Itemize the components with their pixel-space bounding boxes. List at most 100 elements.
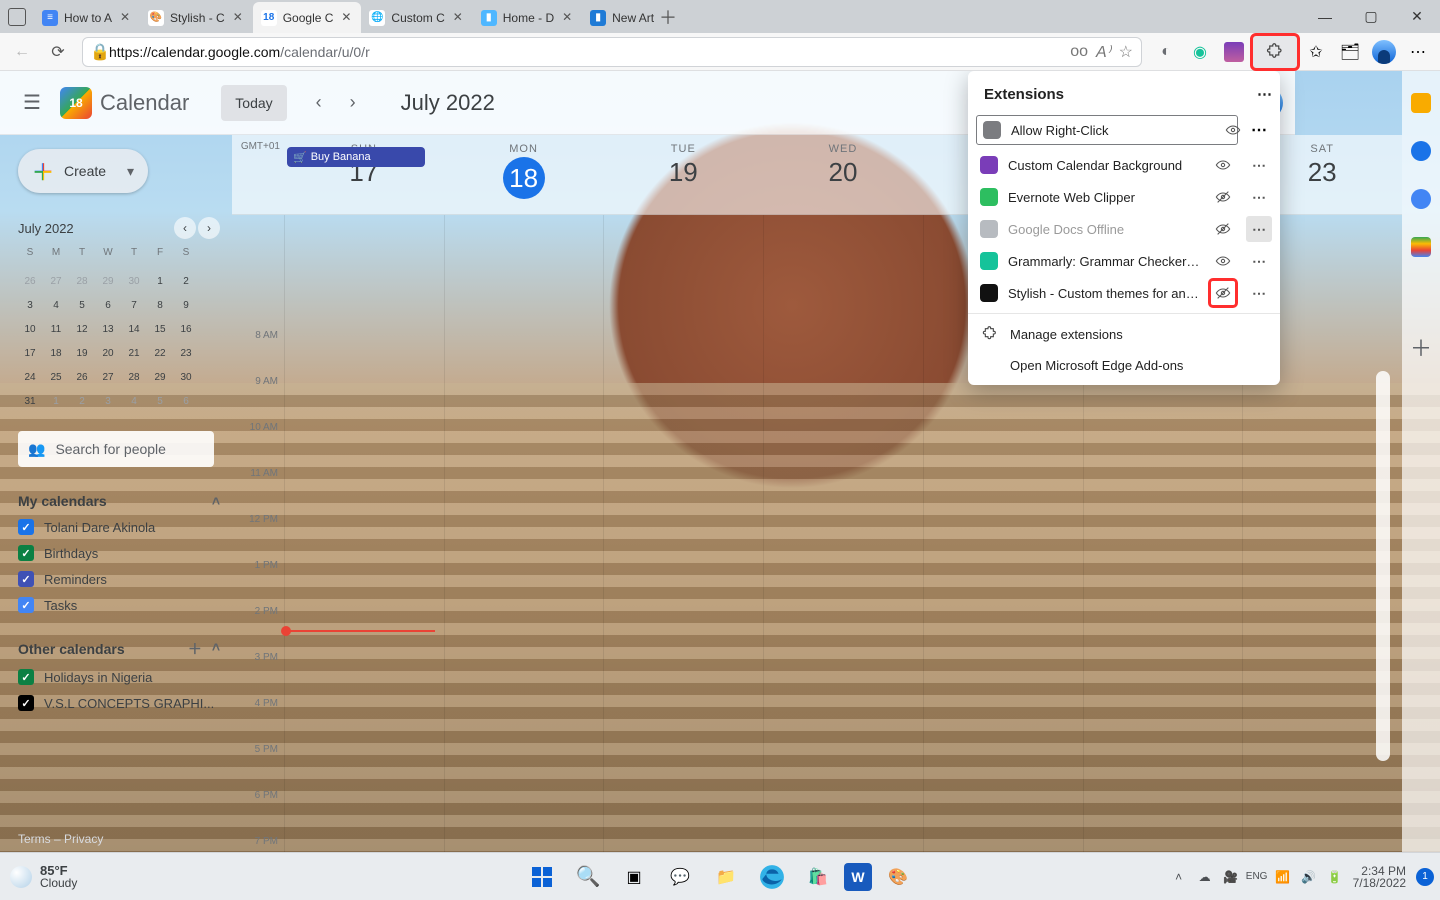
ext-custom-bg-icon[interactable] — [1224, 42, 1244, 62]
extension-row[interactable]: Custom Calendar Background ⋯ — [968, 149, 1280, 181]
wifi-icon[interactable]: 📶 — [1275, 869, 1291, 885]
extension-more-button[interactable]: ⋯ — [1246, 216, 1272, 242]
volume-icon[interactable]: 🔊 — [1301, 869, 1317, 885]
toggle-visibility-button[interactable] — [1210, 184, 1236, 210]
calendar-checkbox[interactable] — [18, 545, 34, 561]
meet-now-icon[interactable]: 🎥 — [1223, 869, 1239, 885]
mini-next-month[interactable]: › — [198, 217, 220, 239]
favorites-button[interactable]: ✩ — [1300, 36, 1332, 68]
tab-close-icon[interactable]: ✕ — [118, 11, 132, 25]
browser-menu[interactable]: ⋯ — [1402, 36, 1434, 68]
today-button[interactable]: Today — [221, 85, 286, 121]
mini-day[interactable]: 2 — [174, 271, 198, 293]
ext-allow-right-click-icon[interactable]: ◐ — [1150, 36, 1182, 68]
calendar-checkbox[interactable] — [18, 695, 34, 711]
mini-day[interactable]: 30 — [174, 367, 198, 389]
mini-day[interactable]: 30 — [122, 271, 146, 293]
event-buy-banana[interactable]: 🛒 Buy Banana — [287, 147, 425, 167]
collections-button[interactable]: 🗂 — [1334, 36, 1366, 68]
calendar-checkbox[interactable] — [18, 597, 34, 613]
edge-icon[interactable] — [752, 857, 792, 897]
toggle-visibility-button[interactable] — [1220, 117, 1246, 143]
mini-day[interactable]: 12 — [70, 319, 94, 341]
chat-icon[interactable]: 💬 — [660, 857, 700, 897]
mini-day[interactable]: 27 — [96, 367, 120, 389]
language-icon[interactable]: ENG — [1249, 869, 1265, 885]
calendar-item[interactable]: Birthdays — [18, 545, 220, 561]
prev-week-button[interactable]: ‹ — [303, 87, 335, 119]
favorite-star-icon[interactable]: ☆ — [1119, 42, 1133, 62]
open-edge-addons[interactable]: Open Microsoft Edge Add-ons — [968, 350, 1280, 381]
extension-more-button[interactable]: ⋯ — [1246, 117, 1272, 143]
mini-day[interactable]: 9 — [174, 295, 198, 317]
mini-day[interactable]: 2 — [70, 391, 94, 413]
extension-row[interactable]: Allow Right-Click — [976, 115, 1238, 145]
mini-day[interactable]: 6 — [174, 391, 198, 413]
ext-grammarly-icon[interactable]: ◉ — [1184, 36, 1216, 68]
mini-day[interactable]: 31 — [18, 391, 42, 413]
day-column[interactable] — [603, 215, 763, 852]
extensions-button[interactable] — [1252, 35, 1298, 69]
browser-tab[interactable]: 18Google C✕ — [253, 2, 362, 33]
mini-day[interactable]: 14 — [122, 319, 146, 341]
browser-tab[interactable]: 🌐Custom C✕ — [361, 2, 472, 33]
day-column[interactable] — [444, 215, 604, 852]
mini-day[interactable]: 3 — [18, 295, 42, 317]
maps-icon[interactable] — [1411, 237, 1431, 257]
word-icon[interactable]: W — [844, 863, 872, 891]
day-header-cell[interactable]: WED20 — [763, 135, 923, 214]
window-maximize[interactable]: ▢ — [1348, 0, 1394, 33]
mini-day[interactable]: 1 — [148, 271, 172, 293]
mini-day[interactable]: 26 — [18, 271, 42, 293]
browser-tab[interactable]: ≡How to A✕ — [34, 2, 140, 33]
app-icon[interactable]: 🎨 — [878, 857, 918, 897]
taskbar-weather[interactable]: 85°F Cloudy — [0, 864, 77, 889]
window-close[interactable]: ✕ — [1394, 0, 1440, 33]
calendar-logo[interactable]: 18 Calendar — [60, 87, 189, 119]
my-calendars-header[interactable]: My calendars ˄ — [18, 493, 220, 509]
mini-prev-month[interactable]: ‹ — [174, 217, 196, 239]
mini-day[interactable]: 25 — [44, 367, 68, 389]
tab-close-icon[interactable]: ✕ — [231, 11, 245, 25]
mini-day[interactable]: 28 — [70, 271, 94, 293]
mini-day[interactable]: 11 — [44, 319, 68, 341]
create-button[interactable]: ＋ Create ▾ — [18, 149, 148, 193]
calendar-item[interactable]: Tolani Dare Akinola — [18, 519, 220, 535]
calendar-item[interactable]: Reminders — [18, 571, 220, 587]
mini-day[interactable]: 21 — [122, 343, 146, 365]
mini-day[interactable]: 15 — [148, 319, 172, 341]
store-icon[interactable]: 🛍️ — [798, 857, 838, 897]
calendar-item[interactable]: V.S.L CONCEPTS GRAPHI... — [18, 695, 220, 711]
tab-actions-icon[interactable] — [8, 8, 26, 26]
toggle-visibility-button[interactable] — [1210, 152, 1236, 178]
keep-icon[interactable] — [1411, 93, 1431, 113]
task-view-icon[interactable]: ▣ — [614, 857, 654, 897]
extension-row[interactable]: Evernote Web Clipper ⋯ — [968, 181, 1280, 213]
mini-day[interactable]: 13 — [96, 319, 120, 341]
add-panel-icon[interactable]: ＋ — [1410, 331, 1432, 363]
notification-badge[interactable]: 1 — [1416, 868, 1434, 886]
search-people-input[interactable]: 👥 Search for people — [18, 431, 214, 467]
toggle-visibility-button[interactable] — [1210, 216, 1236, 242]
mini-day[interactable]: 19 — [70, 343, 94, 365]
toggle-visibility-button[interactable] — [1210, 248, 1236, 274]
window-minimize[interactable]: ― — [1302, 0, 1348, 33]
toggle-visibility-button[interactable] — [1210, 280, 1236, 306]
extensions-menu-more[interactable]: ⋯ — [1257, 85, 1272, 103]
add-other-calendar-icon[interactable]: ＋ — [188, 639, 202, 659]
day-header-cell[interactable]: MON18 — [444, 135, 604, 214]
mini-day[interactable]: 29 — [96, 271, 120, 293]
mini-day[interactable]: 16 — [174, 319, 198, 341]
extension-row[interactable]: Grammarly: Grammar Checker and... ⋯ — [968, 245, 1280, 277]
calendar-checkbox[interactable] — [18, 519, 34, 535]
day-column[interactable] — [284, 215, 444, 852]
battery-icon[interactable]: 🔋 — [1327, 869, 1343, 885]
reader-icon[interactable]: ᴏᴏ — [1070, 43, 1088, 61]
tasks-icon[interactable] — [1411, 141, 1431, 161]
calendar-item[interactable]: Holidays in Nigeria — [18, 669, 220, 685]
mini-day[interactable]: 23 — [174, 343, 198, 365]
mini-day[interactable]: 29 — [148, 367, 172, 389]
mini-day[interactable]: 3 — [96, 391, 120, 413]
browser-tab[interactable]: ▮New Artic✕ — [582, 2, 654, 33]
mini-day[interactable]: 10 — [18, 319, 42, 341]
